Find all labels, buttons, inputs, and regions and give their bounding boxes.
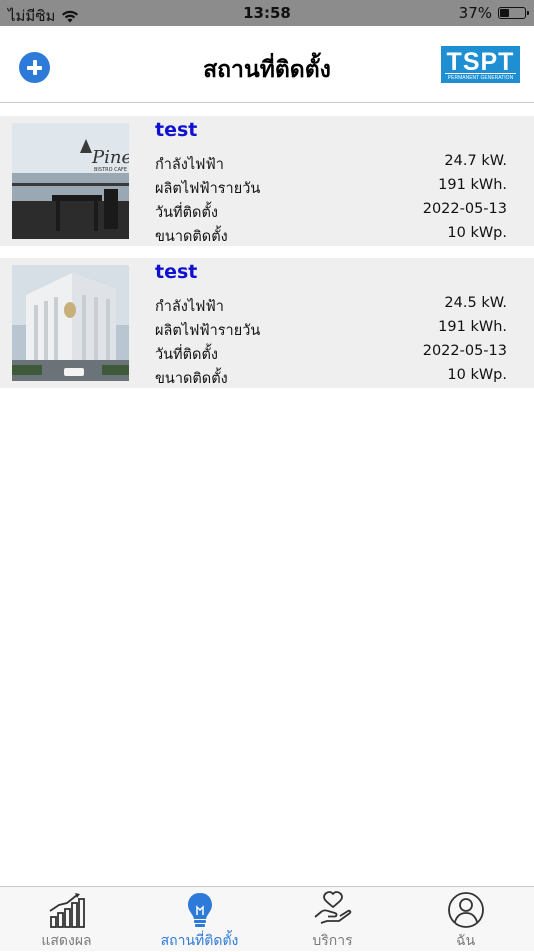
lightbulb-icon — [187, 893, 212, 927]
navigation-bar: สถานที่ติดตั้ง TSPT PERMANENT GENERATION — [0, 26, 534, 103]
tab-dashboard[interactable]: แสดงผล — [0, 887, 133, 951]
tab-sites[interactable]: สถานที่ติดตั้ง — [133, 887, 266, 951]
daily-energy-value: 191 kWh. — [438, 177, 507, 193]
daily-energy-value: 191 kWh. — [438, 319, 507, 335]
user-icon — [447, 892, 484, 928]
daily-energy-row: ผลิตไฟฟ้ารายวัน 191 kWh. — [155, 177, 507, 199]
svg-text:BISTRO CAFE: BISTRO CAFE — [94, 167, 127, 173]
power-label: กำลังไฟฟ้า — [155, 157, 224, 173]
install-date-label: วันที่ติดตั้ง — [155, 347, 218, 363]
daily-energy-label: ผลิตไฟฟ้ารายวัน — [155, 181, 261, 197]
daily-energy-row: ผลิตไฟฟ้ารายวัน 191 kWh. — [155, 319, 507, 341]
battery-percent: 37% — [458, 4, 492, 22]
status-time: 13:58 — [243, 4, 291, 22]
logo-subtext: PERMANENT GENERATION — [447, 75, 514, 81]
battery-fill — [500, 9, 509, 17]
daily-energy-label: ผลิตไฟฟ้ารายวัน — [155, 323, 261, 339]
site-name: test — [155, 119, 198, 141]
install-date-value: 2022-05-13 — [422, 201, 507, 217]
capacity-label: ขนาดติดตั้ง — [155, 371, 228, 387]
capacity-row: ขนาดติดตั้ง 10 kWp. — [155, 225, 507, 247]
install-date-row: วันที่ติดตั้ง 2022-05-13 — [155, 343, 507, 365]
power-label: กำลังไฟฟ้า — [155, 299, 224, 315]
brand-logo: TSPT PERMANENT GENERATION — [441, 46, 520, 83]
svg-text:Piney: Piney — [91, 147, 129, 168]
tab-dashboard-label: แสดงผล — [41, 933, 92, 949]
power-row: กำลังไฟฟ้า 24.7 kW. — [155, 153, 507, 175]
site-card[interactable]: Piney BISTRO CAFE test กำลังไฟฟ้า 24.7 k… — [0, 116, 534, 246]
site-thumbnail-cafe: Piney BISTRO CAFE — [12, 123, 129, 239]
tab-services[interactable]: บริการ — [266, 887, 399, 951]
install-date-value: 2022-05-13 — [422, 343, 507, 359]
install-date-row: วันที่ติดตั้ง 2022-05-13 — [155, 201, 507, 223]
site-thumbnail-building — [12, 265, 129, 381]
tab-services-label: บริการ — [312, 933, 353, 949]
heart-hand-icon — [313, 891, 351, 924]
status-bar: ไม่มีซิม 13:58 37% — [0, 0, 534, 26]
power-value: 24.5 kW. — [444, 295, 507, 311]
capacity-label: ขนาดติดตั้ง — [155, 229, 228, 245]
tab-me-label: ฉัน — [455, 933, 476, 949]
power-value: 24.7 kW. — [444, 153, 507, 169]
logo-divider — [445, 73, 516, 74]
battery-group: 37% — [458, 4, 529, 22]
capacity-value: 10 kWp. — [447, 367, 507, 383]
site-name: test — [155, 261, 198, 283]
tab-sites-label: สถานที่ติดตั้ง — [160, 933, 239, 949]
tab-bar: แสดงผล สถานที่ติดตั้ง บริการ ฉัน — [0, 886, 534, 951]
battery-icon — [498, 7, 529, 19]
site-card[interactable]: test กำลังไฟฟ้า 24.5 kW. ผลิตไฟฟ้ารายวัน… — [0, 258, 534, 388]
capacity-value: 10 kWp. — [447, 225, 507, 241]
tab-me[interactable]: ฉัน — [399, 887, 532, 951]
site-list: Piney BISTRO CAFE test กำลังไฟฟ้า 24.7 k… — [0, 116, 534, 400]
capacity-row: ขนาดติดตั้ง 10 kWp. — [155, 367, 507, 389]
power-row: กำลังไฟฟ้า 24.5 kW. — [155, 295, 507, 317]
bar-chart-icon — [49, 893, 85, 928]
install-date-label: วันที่ติดตั้ง — [155, 205, 218, 221]
